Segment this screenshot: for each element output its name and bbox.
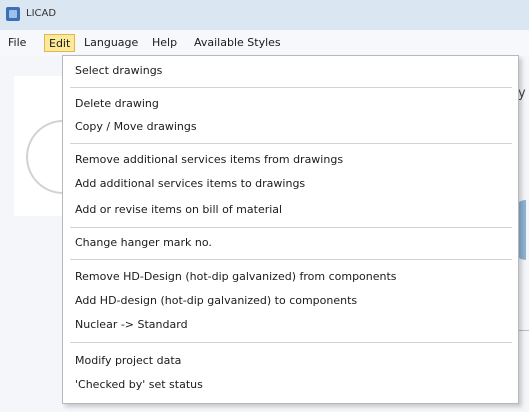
menu-item-copy-move-drawings[interactable]: Copy / Move drawings [75, 120, 197, 134]
window-title: LICAD [26, 8, 57, 19]
menu-help[interactable]: Help [148, 34, 181, 52]
menu-available-styles[interactable]: Available Styles [190, 34, 285, 52]
menu-separator [70, 227, 512, 228]
menu-item-select-drawings[interactable]: Select drawings [75, 64, 162, 78]
menu-item-add-hd-design[interactable]: Add HD-design (hot-dip galvanized) to co… [75, 294, 357, 308]
menu-separator [70, 87, 512, 88]
menu-item-remove-hd-design[interactable]: Remove HD-Design (hot-dip galvanized) fr… [75, 270, 397, 284]
menu-item-checked-by-status[interactable]: 'Checked by' set status [75, 378, 203, 392]
background-line [518, 330, 529, 331]
menu-item-add-additional-services[interactable]: Add additional services items to drawing… [75, 177, 305, 191]
menu-item-change-hanger-mark[interactable]: Change hanger mark no. [75, 236, 212, 250]
menu-item-add-revise-bom[interactable]: Add or revise items on bill of material [75, 203, 282, 217]
menu-file[interactable]: File [4, 34, 30, 52]
menu-language[interactable]: Language [80, 34, 142, 52]
background-partial-text: y [518, 86, 526, 101]
menu-edit[interactable]: Edit [44, 34, 76, 52]
menu-item-delete-drawing[interactable]: Delete drawing [75, 97, 159, 111]
menu-item-nuclear-standard[interactable]: Nuclear -> Standard [75, 318, 188, 332]
menu-item-modify-project-data[interactable]: Modify project data [75, 354, 181, 368]
title-bar: LICAD [0, 0, 529, 30]
menu-bar: File Edit Language Help Available Styles [0, 30, 529, 56]
menu-separator [70, 143, 512, 144]
menu-separator [70, 259, 512, 260]
edit-dropdown-menu: Select drawings Delete drawing Copy / Mo… [62, 55, 519, 404]
menu-separator [70, 342, 512, 343]
app-icon [6, 7, 20, 21]
menu-item-remove-additional-services[interactable]: Remove additional services items from dr… [75, 153, 343, 167]
